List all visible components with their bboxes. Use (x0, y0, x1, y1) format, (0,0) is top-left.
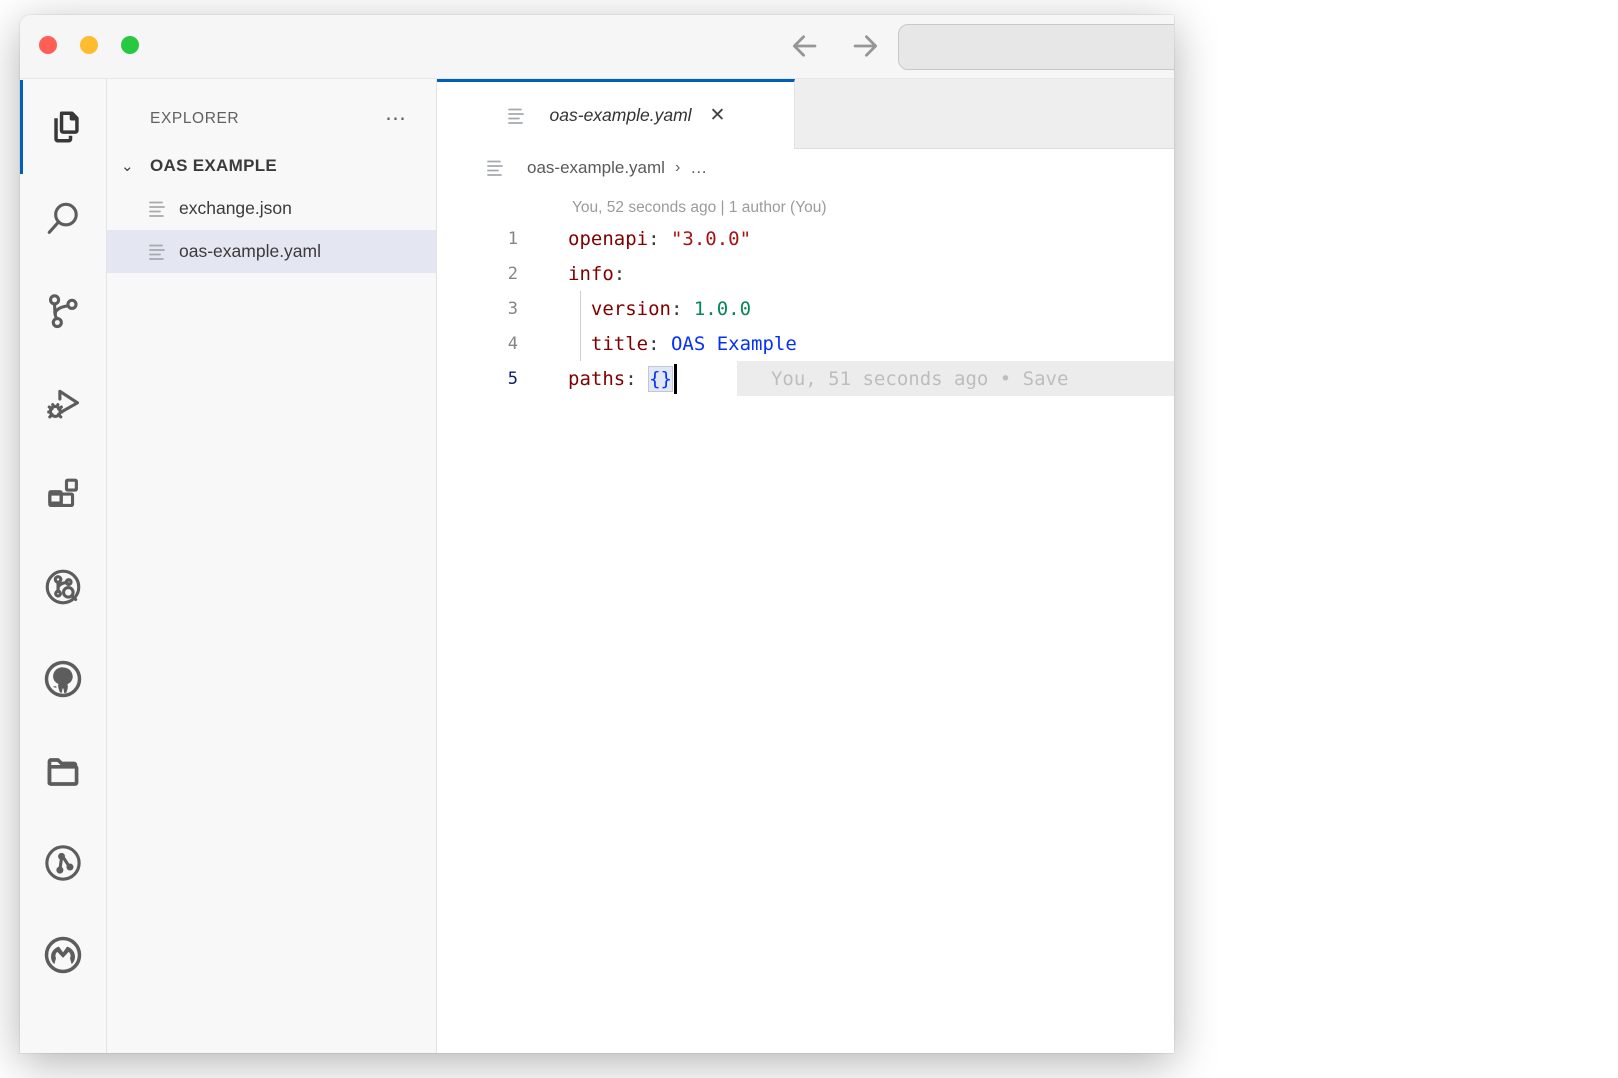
search-icon (41, 197, 85, 241)
line-content: version: 1.0.0 (518, 298, 751, 320)
file-list: exchange.json oas-example.yaml (107, 187, 436, 273)
minimize-window-button[interactable] (80, 36, 98, 54)
code-editor[interactable]: 1openapi: "3.0.0"2info:3 version: 1.0.04… (437, 221, 1174, 396)
tab-title: oas-example.yaml (550, 105, 692, 126)
text-cursor (674, 364, 677, 394)
source-control-item[interactable] (20, 265, 107, 357)
code-line-5[interactable]: 5paths: {} You, 51 seconds ago • Save (437, 361, 1174, 396)
files-icon (41, 105, 85, 149)
file-item-oas-example.yaml[interactable]: oas-example.yaml (107, 230, 436, 273)
editor-group: oas-example.yaml ✕ oas-example.yaml › … … (437, 79, 1174, 1053)
code-line-3[interactable]: 3 version: 1.0.0 (437, 291, 1174, 326)
run-debug-item[interactable] (20, 357, 107, 449)
breadcrumb: oas-example.yaml › … (437, 149, 1174, 187)
indent-guide (580, 291, 581, 361)
line-number: 1 (437, 229, 518, 249)
yaml-file-icon (506, 106, 528, 126)
code-line-4[interactable]: 4 title: OAS Example (437, 326, 1174, 361)
code-line-1[interactable]: 1openapi: "3.0.0" (437, 221, 1174, 256)
project-graph-item[interactable] (20, 817, 107, 909)
search-icon-item[interactable] (20, 173, 107, 265)
git-branch-icon (41, 289, 85, 333)
code-line-2[interactable]: 2info: (437, 256, 1174, 291)
file-name: oas-example.yaml (179, 241, 321, 262)
folder-icon (41, 749, 85, 793)
activity-bar (20, 79, 107, 1053)
mulesoft-item[interactable] (20, 909, 107, 1001)
explorer-sidebar: EXPLORER ⋯ ⌄ OAS EXAMPLE exchange.json oa… (107, 79, 437, 1053)
vscode-window: EXPLORER ⋯ ⌄ OAS EXAMPLE exchange.json oa… (20, 15, 1174, 1053)
chevron-down-icon: ⌄ (121, 157, 150, 175)
tab-oas-example-yaml[interactable]: oas-example.yaml ✕ (437, 79, 795, 149)
zoom-window-button[interactable] (121, 36, 139, 54)
explorer-more-actions-icon[interactable]: ⋯ (385, 114, 408, 124)
mulesoft-icon (41, 933, 85, 977)
tab-close-icon[interactable]: ✕ (710, 104, 726, 127)
breadcrumb-symbol[interactable]: … (690, 158, 707, 178)
line-number: 4 (437, 334, 518, 354)
line-content: openapi: "3.0.0" (518, 228, 751, 250)
history-forward-button[interactable] (848, 29, 882, 63)
tab-strip: oas-example.yaml ✕ (437, 79, 1174, 149)
github-item[interactable] (20, 633, 107, 725)
arrow-right-icon (848, 29, 882, 63)
folder-item[interactable] (20, 725, 107, 817)
breadcrumb-file[interactable]: oas-example.yaml (527, 158, 665, 178)
breadcrumb-separator-icon: › (675, 159, 680, 177)
line-content: title: OAS Example (518, 333, 797, 355)
arrow-left-icon (788, 29, 822, 63)
git-inspect-item[interactable] (20, 541, 107, 633)
github-icon (41, 657, 85, 701)
inline-blame: You, 51 seconds ago • Save (737, 361, 1174, 396)
file-icon (147, 199, 169, 219)
extensions-item[interactable] (20, 449, 107, 541)
git-search-circle-icon (41, 565, 85, 609)
close-window-button[interactable] (39, 36, 57, 54)
workspace-section-header[interactable]: ⌄ OAS EXAMPLE (107, 145, 436, 187)
explorer-title: EXPLORER (150, 110, 385, 128)
codelens-blame[interactable]: You, 52 seconds ago | 1 author (You) (437, 187, 1174, 221)
line-content: paths: {} (518, 364, 677, 394)
traffic-lights (39, 36, 139, 54)
fork-circle-icon (41, 841, 85, 885)
yaml-file-icon (485, 158, 507, 178)
command-center-search[interactable] (898, 24, 1174, 70)
workspace-name: OAS EXAMPLE (150, 156, 277, 176)
line-content: info: (518, 263, 625, 285)
line-number: 2 (437, 264, 518, 284)
line-number: 5 (437, 369, 518, 389)
extensions-icon (41, 473, 85, 517)
explorer-icon[interactable] (20, 81, 107, 173)
history-back-button[interactable] (788, 29, 822, 63)
file-icon (147, 242, 169, 262)
line-number: 3 (437, 299, 518, 319)
file-item-exchange.json[interactable]: exchange.json (107, 187, 436, 230)
file-name: exchange.json (179, 198, 292, 219)
debug-play-icon (41, 381, 85, 425)
titlebar (20, 15, 1174, 79)
